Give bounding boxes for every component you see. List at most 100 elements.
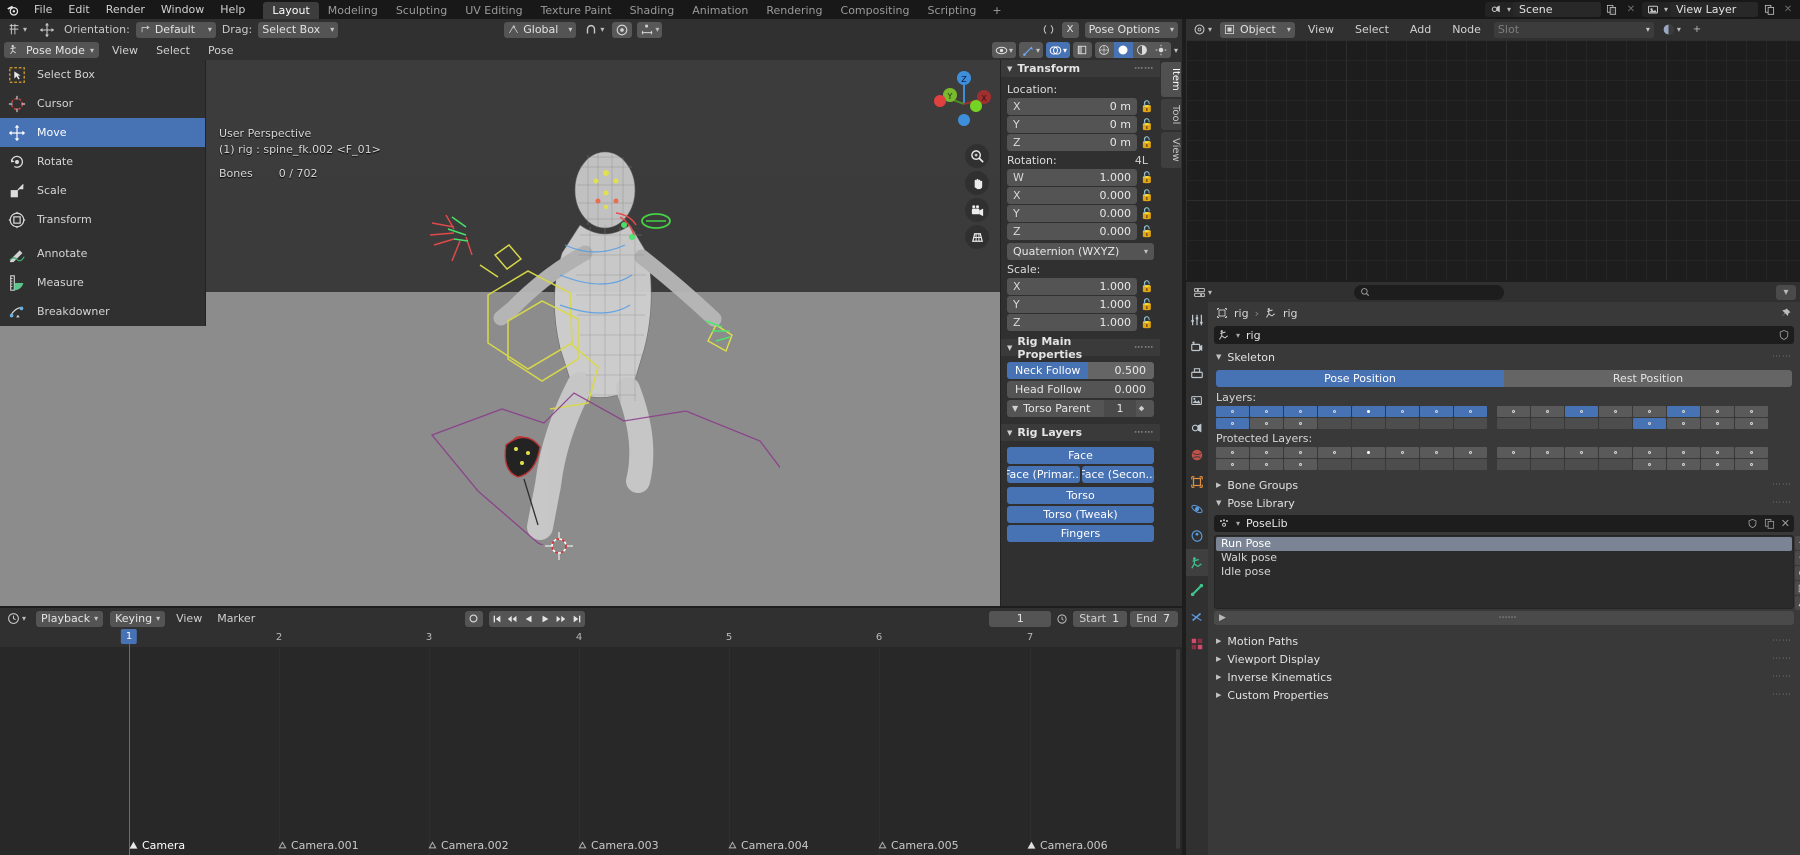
current-frame-field[interactable]: 1 (989, 610, 1052, 627)
protected-layer-toggle[interactable] (1420, 447, 1453, 458)
node-menu-add[interactable]: Add (1402, 20, 1439, 39)
layer-toggle[interactable] (1454, 406, 1487, 417)
tool-cursor[interactable]: Cursor (0, 89, 205, 118)
breadcrumb-object-name[interactable]: rig (1234, 307, 1249, 320)
move-gizmo-icon[interactable] (36, 22, 58, 38)
fake-user-shield-icon[interactable] (1747, 518, 1758, 529)
location-z-field[interactable]: Z 0 m (1007, 134, 1137, 151)
lock-icon[interactable]: 🔓 (1140, 280, 1154, 293)
rig-layer-torso[interactable]: Torso (1007, 487, 1154, 504)
scale-z-field[interactable]: Z 1.000 (1007, 314, 1137, 331)
tool-scale[interactable]: Scale (0, 176, 205, 205)
lock-icon[interactable]: 🔓 (1140, 100, 1154, 113)
layer-toggle[interactable] (1497, 406, 1530, 417)
timeline-menu-marker[interactable]: Marker (213, 612, 259, 625)
protected-layer-toggle[interactable] (1454, 447, 1487, 458)
rig-layer-face-secondary[interactable]: Face (Secon... (1081, 466, 1154, 483)
protected-layer-toggle[interactable] (1667, 459, 1700, 470)
x-mirror-label[interactable]: X (1061, 21, 1079, 38)
protected-layer-toggle[interactable] (1454, 459, 1487, 470)
orientation-dropdown[interactable]: Default ▾ (135, 21, 216, 38)
lock-icon[interactable]: 🔓 (1140, 189, 1154, 202)
object-visibility-icon[interactable]: ▾ (991, 42, 1016, 58)
protected-layer-toggle[interactable] (1565, 459, 1598, 470)
layer-toggle[interactable] (1284, 406, 1317, 417)
properties-tab-physics[interactable] (1186, 495, 1208, 522)
layer-toggle[interactable] (1352, 406, 1385, 417)
properties-tab-world[interactable] (1186, 441, 1208, 468)
rig-layer-fingers[interactable]: Fingers (1007, 525, 1154, 542)
shading-material-icon[interactable] (1132, 42, 1152, 58)
lock-icon[interactable]: 🔓 (1140, 316, 1154, 329)
navigation-gizmo[interactable]: Z X Y (930, 68, 998, 136)
timeline-menu-view[interactable]: View (172, 612, 206, 625)
layer-toggle[interactable] (1633, 418, 1666, 429)
protected-layer-toggle[interactable] (1216, 447, 1249, 458)
layer-toggle[interactable] (1667, 418, 1700, 429)
properties-search-input[interactable] (1353, 284, 1504, 300)
scale-y-field[interactable]: Y 1.000 (1007, 296, 1137, 313)
timeline-marker[interactable]: Camera (128, 839, 185, 852)
timeline-marker[interactable]: Camera.003 (577, 839, 659, 852)
protected-layer-toggle[interactable] (1352, 447, 1385, 458)
protected-layer-toggle[interactable] (1667, 447, 1700, 458)
layer-toggle[interactable] (1250, 406, 1283, 417)
proportional-edit-toggle[interactable] (612, 21, 633, 38)
layer-toggle[interactable] (1701, 418, 1734, 429)
layer-toggle[interactable] (1701, 406, 1734, 417)
tab-scripting[interactable]: Scripting (918, 2, 985, 19)
slot-dropdown[interactable]: Slot ▾ (1493, 21, 1654, 38)
layer-toggle[interactable] (1352, 418, 1385, 429)
protected-layer-toggle[interactable] (1633, 459, 1666, 470)
pose-list[interactable]: Run Pose Walk pose Idle pose + − ? ▲ (1214, 535, 1800, 610)
pose-list-footer[interactable]: ▶ ⋯⋯ (1214, 611, 1794, 625)
timeline-editor-icon[interactable]: ▾ (4, 611, 29, 627)
node-menu-node[interactable]: Node (1444, 20, 1489, 39)
properties-editor-icon[interactable]: ▾ (1190, 284, 1215, 300)
viewport-menu-select[interactable]: Select (151, 44, 195, 57)
layer-toggle[interactable] (1599, 406, 1632, 417)
rig-layers-header[interactable]: ▼ Rig Layers ⋯⋯ (1001, 424, 1160, 441)
list-item[interactable]: Walk pose (1216, 551, 1792, 565)
n-tab-view[interactable]: View (1161, 132, 1181, 168)
layer-toggle[interactable] (1565, 418, 1598, 429)
add-pose-button[interactable]: + (1795, 536, 1800, 550)
layer-toggle[interactable] (1284, 418, 1317, 429)
protected-layer-toggle[interactable] (1420, 459, 1453, 470)
layer-toggle[interactable] (1565, 406, 1598, 417)
x-axis-mirror-icon[interactable] (1039, 22, 1058, 38)
layer-toggle[interactable] (1216, 406, 1249, 417)
properties-tab-output[interactable] (1186, 360, 1208, 387)
node-menu-view[interactable]: View (1300, 20, 1342, 39)
new-view-layer-button[interactable] (1761, 2, 1777, 17)
pose-library-section-header[interactable]: ▼ Pose Library ⋯⋯ (1208, 494, 1800, 512)
viewport-menu-pose[interactable]: Pose (203, 44, 238, 57)
protected-layer-toggle[interactable] (1250, 447, 1283, 458)
playhead[interactable] (129, 629, 130, 855)
protected-layer-toggle[interactable] (1318, 447, 1351, 458)
tab-add-workspace[interactable]: + (985, 2, 1008, 19)
rig-layer-face-primary[interactable]: Face (Primar... (1007, 466, 1080, 483)
shading-solid-icon[interactable] (1113, 42, 1133, 58)
inverse-kinematics-section-header[interactable]: ▶ Inverse Kinematics ⋯⋯ (1208, 668, 1800, 686)
protected-layer-toggle[interactable] (1284, 459, 1317, 470)
tool-annotate[interactable]: Annotate (0, 239, 205, 268)
apply-pose-button[interactable] (1795, 566, 1800, 580)
tab-texture-paint[interactable]: Texture Paint (532, 2, 621, 19)
layer-toggle[interactable] (1386, 418, 1419, 429)
armature-id-field[interactable]: ▾ rig (1214, 326, 1794, 344)
falloff-curve-dropdown[interactable]: ▾ (637, 21, 663, 38)
active-tool-icon[interactable]: ▾ (4, 22, 30, 38)
auto-keying-icon[interactable] (464, 610, 483, 627)
view-layer-name-field[interactable]: View Layer (1670, 2, 1758, 17)
timeline-editor[interactable]: 1 2 3 4 5 6 7 1 Camera Camera.001 Camera… (0, 629, 1182, 855)
tab-rendering[interactable]: Rendering (757, 2, 831, 19)
overlays-icon[interactable]: ▾ (1045, 42, 1070, 58)
tool-move[interactable]: Move (0, 118, 205, 147)
tab-compositing[interactable]: Compositing (832, 2, 919, 19)
drag-dropdown[interactable]: Select Box ▾ (258, 21, 339, 38)
rotation-mode-dropdown[interactable]: Quaternion (WXYZ) ▾ (1007, 243, 1154, 260)
layer-toggle[interactable] (1735, 406, 1768, 417)
layer-toggle[interactable] (1667, 406, 1700, 417)
lock-icon[interactable]: 🔓 (1140, 171, 1154, 184)
